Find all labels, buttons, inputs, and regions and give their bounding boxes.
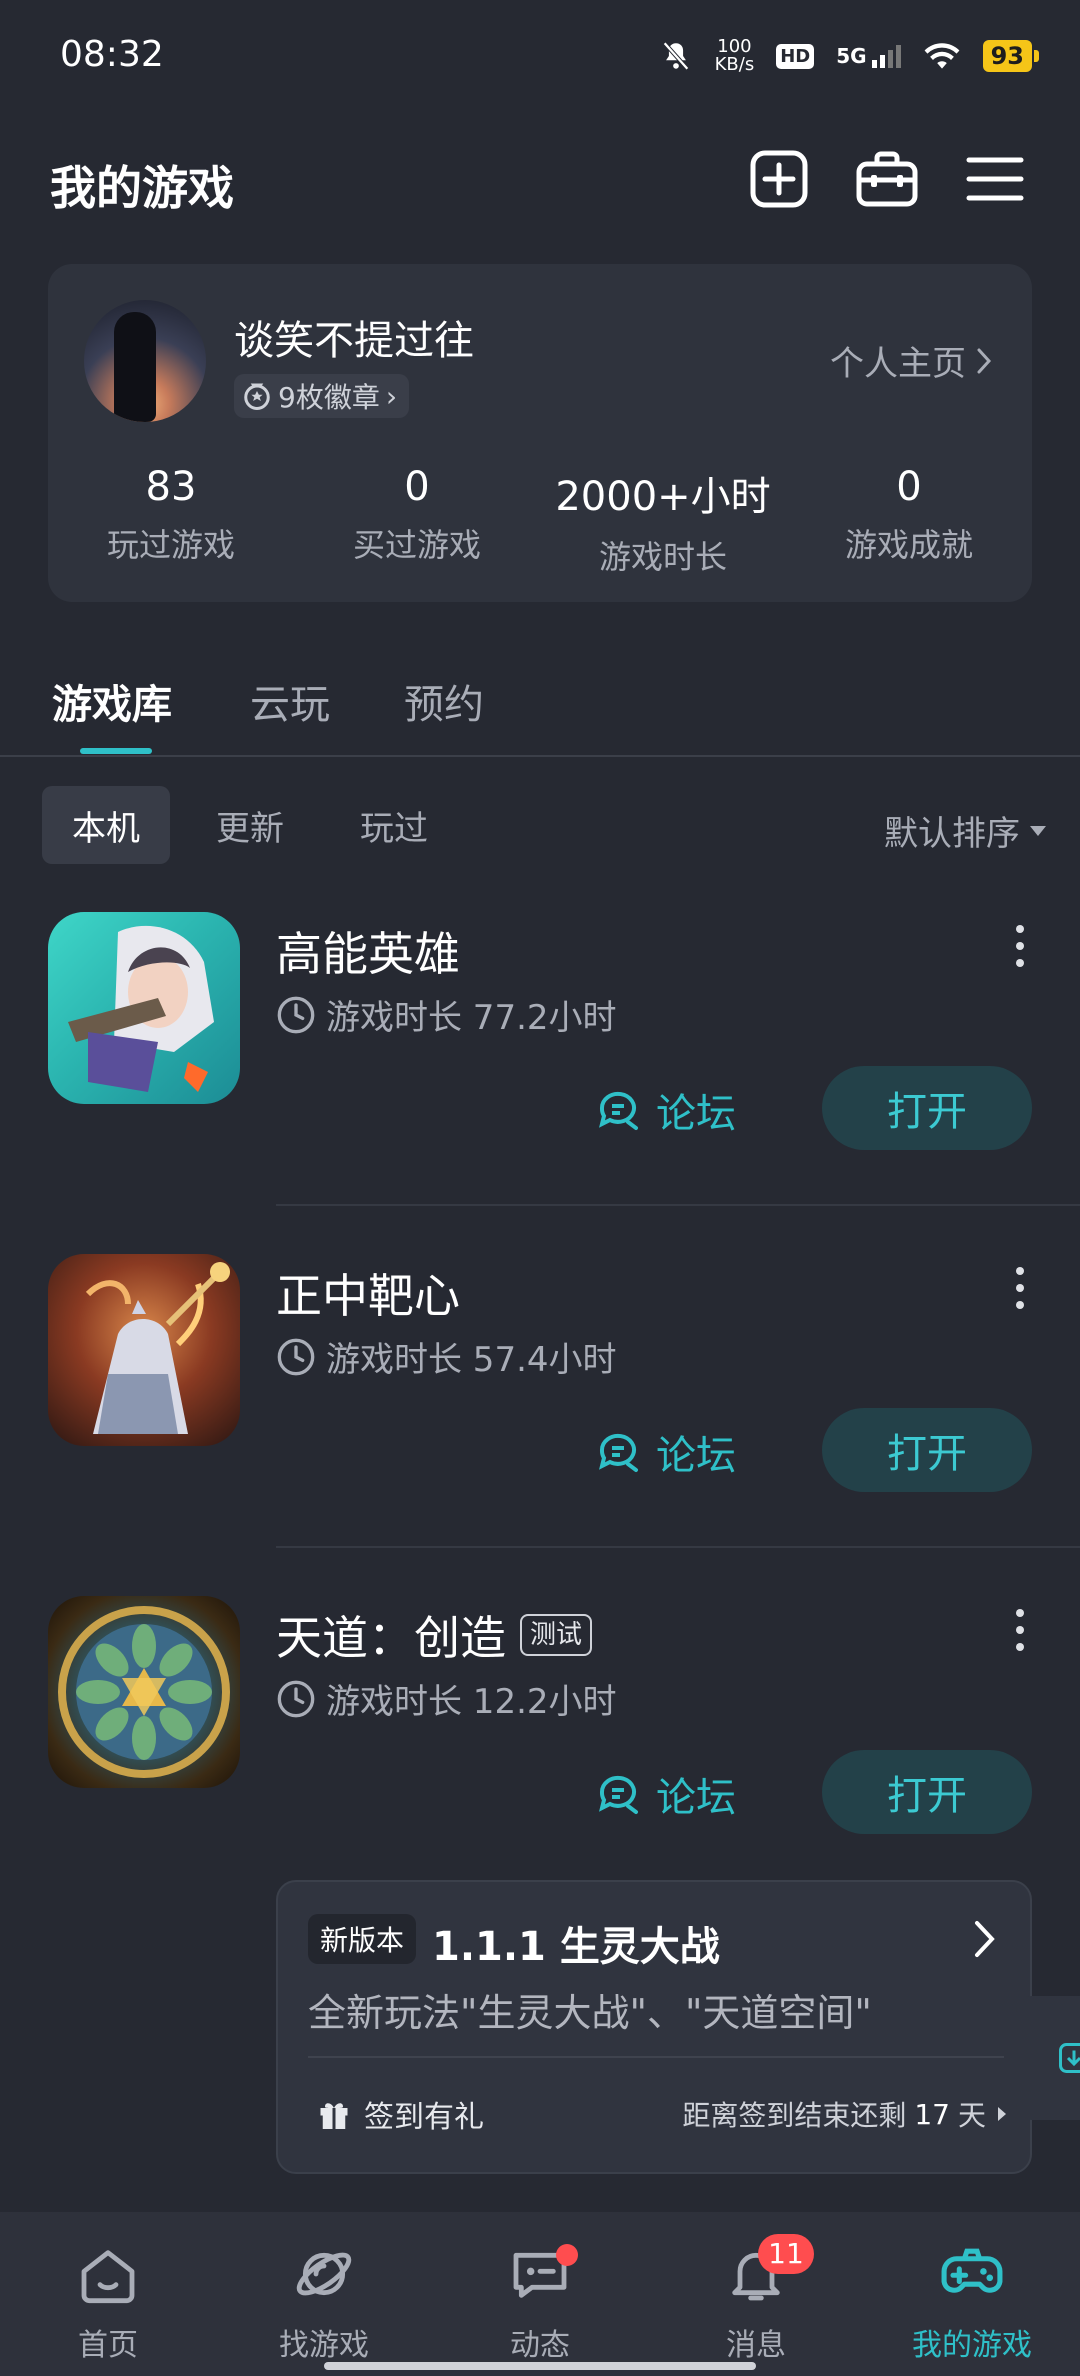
game-icon[interactable] <box>48 1254 240 1446</box>
update-description: 全新玩法"生灵大战"、"天道空间" <box>308 1991 872 2035</box>
open-game-button[interactable]: 打开 <box>822 1408 1032 1492</box>
badges-button[interactable]: 9枚徽章 › <box>234 374 410 418</box>
stat-bought[interactable]: 0 买过游戏 <box>294 464 540 566</box>
game-playtime: 游戏时长 57.4小时 <box>276 1332 617 1381</box>
game-title[interactable]: 高能英雄 <box>276 918 460 984</box>
notification-dot <box>556 2244 578 2266</box>
toolbox-icon <box>856 151 918 207</box>
test-badge: 测试 <box>520 1614 593 1656</box>
checkin-remaining[interactable]: 距离签到结束还剩 17 天 <box>682 2094 1006 2134</box>
mute-bell-icon <box>662 41 689 71</box>
planet-icon <box>296 2252 352 2296</box>
username: 谈笑不提过往 <box>234 318 474 364</box>
badges-label: 9枚徽章 <box>278 381 380 414</box>
game-title[interactable]: 天道：创造 测试 <box>276 1602 593 1668</box>
filter-updates[interactable]: 更新 <box>186 786 314 864</box>
chevron-right-icon: › <box>385 379 398 413</box>
profile-link[interactable]: 个人主页 <box>830 336 992 385</box>
page-title: 我的游戏 <box>50 161 234 215</box>
download-icon <box>1059 2043 1080 2073</box>
sort-label: 默认排序 <box>884 814 1020 854</box>
stat-playtime[interactable]: 2000+小时 游戏时长 <box>540 464 786 578</box>
chevron-right-icon <box>977 348 992 373</box>
clock-icon <box>277 1680 315 1717</box>
nav-home[interactable]: 首页 <box>0 2242 216 2364</box>
profile-card: 谈笑不提过往 9枚徽章 › 个人主页 83 玩过游戏 0 买过游戏 2000+小… <box>48 264 1032 602</box>
forum-button[interactable]: 论坛 <box>594 1070 736 1150</box>
signal-icon: 5G <box>836 44 901 68</box>
filter-local[interactable]: 本机 <box>42 786 170 864</box>
add-square-icon <box>750 150 808 208</box>
home-icon <box>81 2250 135 2304</box>
wifi-icon <box>924 43 960 69</box>
gamepad-icon <box>941 2248 1003 2293</box>
hamburger-menu-icon <box>966 157 1024 201</box>
forum-chat-icon <box>599 1091 638 1130</box>
battery-indicator: 93 <box>982 40 1040 72</box>
checkin-gift-button[interactable]: 签到有礼 <box>316 2092 484 2136</box>
nav-my-games[interactable]: 我的游戏 <box>864 2242 1080 2364</box>
tab-divider <box>0 755 1080 757</box>
gift-icon <box>320 2103 348 2129</box>
open-game-button[interactable]: 打开 <box>822 1750 1032 1834</box>
medal-icon <box>244 383 270 410</box>
nav-messages[interactable]: 11 消息 <box>648 2234 864 2364</box>
forum-button[interactable]: 论坛 <box>594 1754 736 1834</box>
game-playtime: 游戏时长 12.2小时 <box>276 1674 617 1723</box>
sort-dropdown[interactable]: 默认排序 <box>884 806 1046 855</box>
update-divider <box>308 2056 1004 2058</box>
hd-icon: HD <box>776 43 815 69</box>
floating-side-button[interactable] <box>1016 1996 1080 2120</box>
tab-indicator <box>80 748 152 754</box>
game-icon[interactable] <box>48 1596 240 1788</box>
new-version-tag: 新版本 <box>308 1914 417 1964</box>
chevron-right-icon[interactable] <box>974 1920 996 1958</box>
status-icons: 100 KB/s HD 5G 93 <box>659 36 1040 75</box>
tab-library[interactable]: 游戏库 <box>52 672 172 730</box>
caret-right-icon <box>998 2107 1006 2121</box>
open-game-button[interactable]: 打开 <box>822 1066 1032 1150</box>
more-options-button[interactable] <box>1008 1600 1032 1660</box>
game-playtime: 游戏时长 77.2小时 <box>276 990 617 1039</box>
toolbox-button[interactable] <box>852 144 922 214</box>
update-title: 1.1.1 生灵大战 <box>432 1924 720 1970</box>
game-title[interactable]: 正中靶心 <box>276 1260 460 1326</box>
message-count-badge: 11 <box>758 2234 814 2274</box>
clock-icon <box>277 1338 315 1375</box>
network-speed: 100 KB/s <box>714 36 755 75</box>
forum-button[interactable]: 论坛 <box>594 1412 736 1492</box>
more-options-button[interactable] <box>1008 916 1032 976</box>
forum-chat-icon <box>599 1433 638 1472</box>
bottom-nav: 首页 找游戏 动态 11 消息 我的游戏 <box>0 2212 1080 2376</box>
status-time: 08:32 <box>60 34 164 75</box>
tab-cloud-play[interactable]: 云玩 <box>250 672 330 730</box>
stat-achievements[interactable]: 0 游戏成就 <box>786 464 1032 566</box>
nav-find-games[interactable]: 找游戏 <box>216 2242 432 2364</box>
row-divider <box>276 1546 1080 1548</box>
caret-down-icon <box>1030 825 1046 836</box>
home-indicator[interactable] <box>324 2362 756 2370</box>
more-options-button[interactable] <box>1008 1258 1032 1318</box>
game-icon[interactable] <box>48 912 240 1104</box>
filter-played[interactable]: 玩过 <box>330 786 458 864</box>
stat-played[interactable]: 83 玩过游戏 <box>48 464 294 566</box>
forum-chat-icon <box>599 1775 638 1814</box>
nav-feed[interactable]: 动态 <box>432 2242 648 2364</box>
add-game-button[interactable] <box>744 144 814 214</box>
update-card[interactable]: 新版本 1.1.1 生灵大战 全新玩法"生灵大战"、"天道空间" 签到有礼 距离… <box>276 1880 1032 2174</box>
profile-link-label: 个人主页 <box>830 344 966 384</box>
clock-icon <box>277 996 315 1033</box>
row-divider <box>276 1204 1080 1206</box>
menu-button[interactable] <box>960 144 1030 214</box>
avatar[interactable] <box>84 300 206 422</box>
tab-reservation[interactable]: 预约 <box>404 672 484 730</box>
